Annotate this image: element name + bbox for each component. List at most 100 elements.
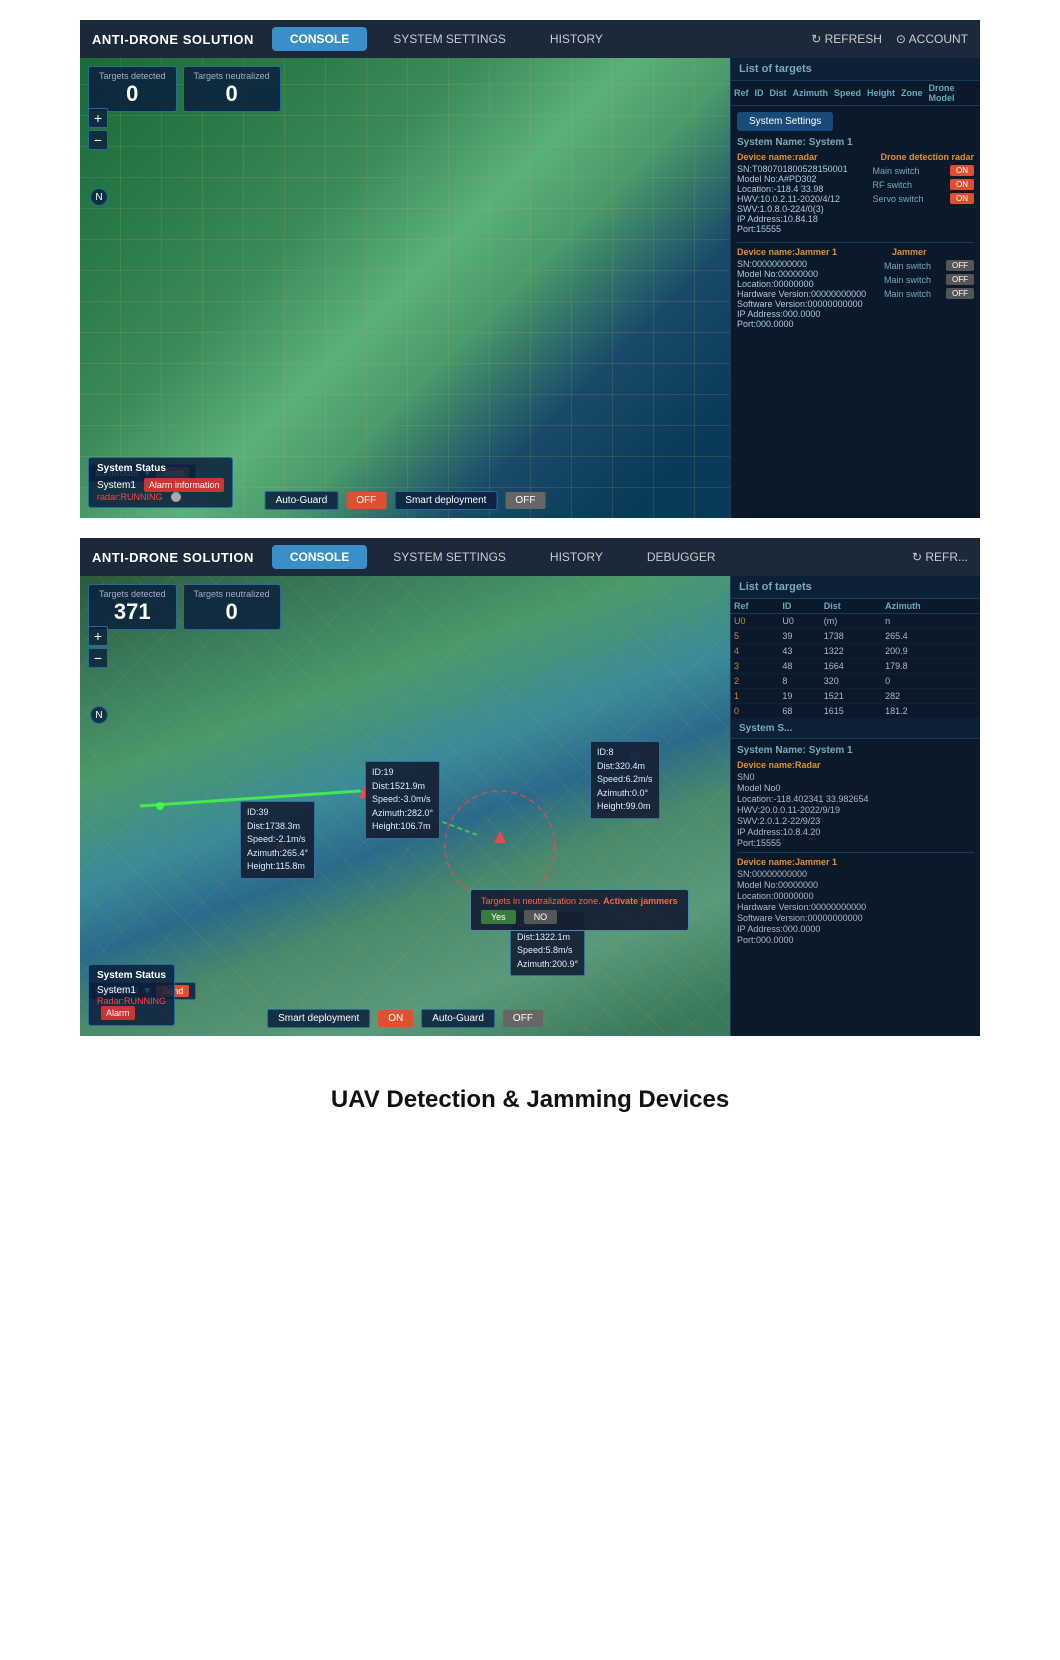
table-row: 0681615181.2 [731,704,980,719]
radar-device-header-2: Device name:Radar [737,760,974,770]
ctrl-main-1: Main switch ON [872,165,974,176]
cell: 265.4 [882,629,980,644]
col-ref-1: Ref [731,81,752,106]
radar-swv-1: SWV:1.0.8.0-224/0(3) [737,204,872,214]
r2-hwv: HWV:20.0.0.11-2022/9/19 [737,805,974,815]
radar-sn-1: SN:T080701800528150001 [737,164,872,174]
screenshot-2: ANTI-DRONE SOLUTION CONSOLE SYSTEM SETTI… [80,538,980,1036]
detected-value-2: 371 [99,599,166,625]
radar-ip-1: IP Address:10.84.18 [737,214,872,224]
divider-1 [737,242,974,243]
smart-deploy-btn-1[interactable]: Smart deployment [394,491,497,510]
j2-port: Port:000.0000 [737,935,974,945]
auto-guard-btn-1[interactable]: Auto-Guard [265,491,339,510]
jammer-ctrl-off-3[interactable]: OFF [946,288,974,299]
j2-sn: SN:00000000000 [737,869,974,879]
sys-settings-label-2: System S... [739,723,792,734]
tab-system-settings-1[interactable]: SYSTEM SETTINGS [375,27,524,51]
jammer-ctrl-off-2[interactable]: OFF [946,274,974,285]
radar-name-label-1: Device name:radar [737,152,872,162]
jammer-sn-1: SN:00000000000 [737,259,884,269]
zoom-controls-2: + − [88,626,108,668]
tab-console-1[interactable]: CONSOLE [272,27,367,51]
map-main-2[interactable]: Targets detected 371 Targets neutralized… [80,576,730,1036]
tab-history-1[interactable]: HISTORY [532,27,621,51]
tab-system-settings-2[interactable]: SYSTEM SETTINGS [375,545,524,569]
drone-39-speed: Speed:-2.1m/s [247,833,308,847]
app-title-2: ANTI-DRONE SOLUTION [92,550,254,565]
col-azimuth-1: Azimuth [790,81,832,106]
cell: 320 [821,674,882,689]
nav-right-1: ↻ REFRESH ⊙ ACCOUNT [811,32,968,46]
jammer-ctrl-label-1: Main switch [884,261,931,271]
system-name-1: System Name: System 1 [737,137,974,148]
refresh-button-2[interactable]: ↻ REFR... [912,550,968,564]
j2-hwv: Hardware Version:00000000000 [737,902,974,912]
cell: 1 [731,689,779,704]
popup-no-btn[interactable]: NO [524,910,558,924]
stats-overlay-2: Targets detected 371 Targets neutralized… [88,584,281,630]
cell: n [882,614,980,629]
j2-loc: Location:00000000 [737,891,974,901]
col-zone-1: Zone [898,81,926,106]
tab-history-2[interactable]: HISTORY [532,545,621,569]
sys-radar-2: Radar:RUNNING [97,996,166,1006]
drone-39-azimuth: Azimuth:265.4° [247,847,308,861]
sys-settings-header-2: System S... [731,719,980,739]
table-row: 4431322200.9 [731,644,980,659]
col-height-1: Height [864,81,898,106]
ctrl-rf-on-1[interactable]: ON [950,179,974,190]
cell: 8 [779,674,820,689]
cell: 39 [779,629,820,644]
auto-guard-toggle-1[interactable]: OFF [346,492,386,509]
activate-jammers-link[interactable]: Activate jammers [603,896,678,906]
right-panel-2: List of targets Ref ID Dist Azimuth U0U0… [730,576,980,1036]
ctrl-servo-on-1[interactable]: ON [950,193,974,204]
map-main-1[interactable]: Targets detected 0 Targets neutralized 0… [80,58,730,518]
system-settings-btn-1[interactable]: System Settings [737,112,833,131]
zoom-out-2[interactable]: − [88,648,108,668]
zoom-out-1[interactable]: − [88,130,108,150]
ctrl-main-on-1[interactable]: ON [950,165,974,176]
jammer-ctrl-label-2: Main switch [884,275,931,285]
drone-39-dist: Dist:1738.3m [247,820,308,834]
ctrl-servo-label-1: Servo switch [872,194,923,204]
j2-model: Model No:00000000 [737,880,974,890]
tab-console-2[interactable]: CONSOLE [272,545,367,569]
zoom-in-2[interactable]: + [88,626,108,646]
alarm-btn-2[interactable]: Alarm [101,1006,135,1020]
auto-guard-toggle-2[interactable]: OFF [503,1010,543,1027]
drone-39-id: ID:39 [247,806,308,820]
smart-deploy-toggle-2[interactable]: ON [378,1010,413,1027]
radar-loc-1: Location:-118.4 33.98 [737,184,872,194]
jammer-ctrl-off-1[interactable]: OFF [946,260,974,271]
radar-hwv-1: HWV:10.0.2.11-2020/4/12 [737,194,872,204]
account-button-1[interactable]: ⊙ ACCOUNT [896,32,968,46]
drone-box-39: ID:39 Dist:1738.3m Speed:-2.1m/s Azimuth… [240,801,315,879]
targets-neutralized-box-2: Targets neutralized 0 [183,584,281,630]
targets-detected-box-2: Targets detected 371 [88,584,177,630]
radar-device-1: Device name:radar SN:T080701800528150001… [737,152,974,234]
system-status-1: System Status System1 Alarm information … [88,457,233,508]
popup-yes-btn[interactable]: Yes [481,910,516,924]
zoom-in-1[interactable]: + [88,108,108,128]
refresh-button-1[interactable]: ↻ REFRESH [811,32,882,46]
targets-detected-box-1: Targets detected 0 [88,66,177,112]
jammer-hwv-1: Hardware Version:00000000000 [737,289,884,299]
map-area-2: Targets detected 371 Targets neutralized… [80,576,980,1036]
right-panel-1: List of targets Ref ID Dist Azimuth Spee… [730,58,980,518]
ss-title-1: System Status [97,463,224,474]
neutralized-value-1: 0 [194,81,270,107]
auto-guard-btn-2[interactable]: Auto-Guard [421,1009,495,1028]
cell: 48 [779,659,820,674]
alarm-btn-1[interactable]: Alarm information [144,478,225,492]
cell: U0 [731,614,779,629]
targets-table-1: Ref ID Dist Azimuth Speed Height Zone Dr… [731,81,980,106]
smart-deploy-btn-2[interactable]: Smart deployment [267,1009,370,1028]
cell: 1521 [821,689,882,704]
smart-deploy-toggle-1[interactable]: OFF [505,492,545,509]
jammer-device-1: Device name:Jammer 1 SN:00000000000 Mode… [737,247,974,329]
tab-debugger-2[interactable]: DEBUGGER [629,545,734,569]
sys-item-1: System1 Alarm information [97,478,224,492]
drone-43-speed: Speed:5.8m/s [517,944,578,958]
